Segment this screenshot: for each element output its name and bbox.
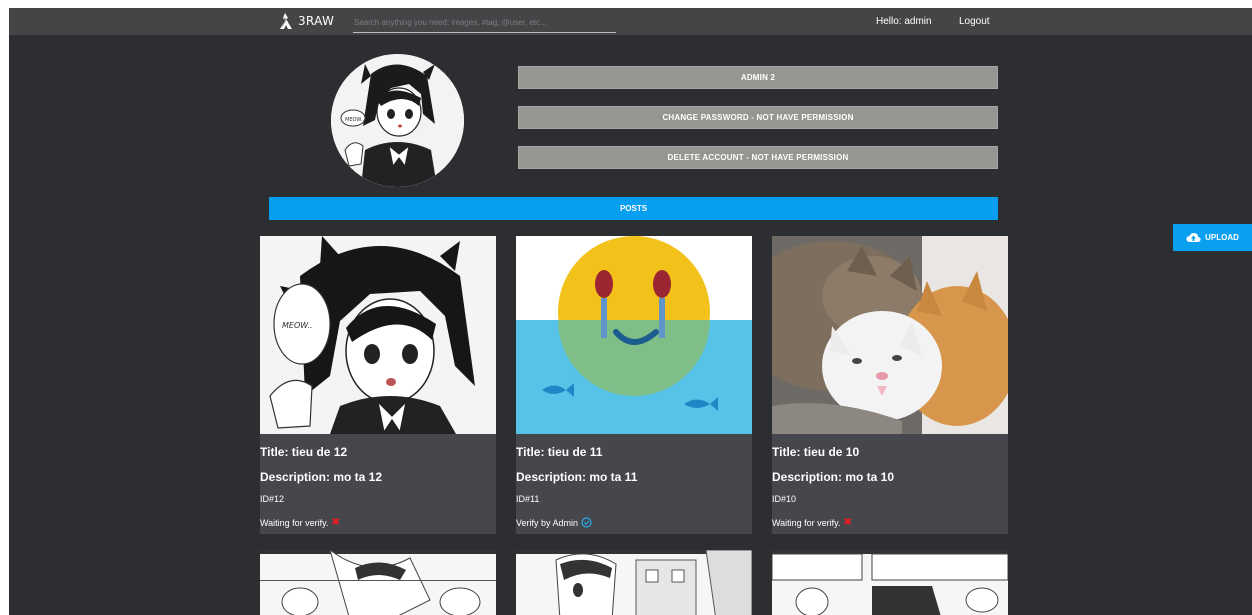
post-thumbnail[interactable] xyxy=(260,550,496,615)
search-input[interactable] xyxy=(353,13,616,33)
top-navbar: 3RAW Hello: admin Logout xyxy=(9,8,1252,35)
post-status: Waiting for verify. ✖ xyxy=(772,517,852,528)
brand-logo[interactable]: 3RAW xyxy=(279,12,334,30)
post-status-text: Waiting for verify. xyxy=(772,517,841,528)
post-card-partial[interactable] xyxy=(516,550,752,615)
upload-label: UPLOAD xyxy=(1205,233,1239,242)
post-card[interactable]: MEOW.. Title: tieu de 12 Description: mo… xyxy=(260,236,496,534)
post-title: Title: tieu de 12 xyxy=(260,445,348,459)
cloud-upload-icon xyxy=(1186,232,1201,242)
post-thumbnail[interactable] xyxy=(772,236,1008,434)
profile-avatar: MEOW.. xyxy=(331,54,464,187)
post-thumbnail[interactable] xyxy=(516,550,752,615)
brand-name: 3RAW xyxy=(298,14,335,28)
post-thumbnail[interactable] xyxy=(772,550,1008,615)
post-status: Waiting for verify. ✖ xyxy=(260,517,340,528)
logout-link[interactable]: Logout xyxy=(959,16,990,27)
post-card[interactable]: Title: tieu de 10 Description: mo ta 10 … xyxy=(772,236,1008,534)
post-description: Description: mo ta 12 xyxy=(260,470,383,484)
post-title: Title: tieu de 11 xyxy=(516,445,603,459)
post-id: ID#12 xyxy=(260,494,285,504)
post-card-partial[interactable] xyxy=(260,550,496,615)
avatar-illustration: MEOW.. xyxy=(331,54,464,187)
post-title: Title: tieu de 10 xyxy=(772,445,860,459)
upload-button[interactable]: UPLOAD xyxy=(1173,224,1252,251)
x-mark-icon: ✖ xyxy=(331,517,340,528)
post-card-partial[interactable] xyxy=(772,550,1008,615)
post-status: Verify by Admin xyxy=(516,517,592,528)
user-greeting: Hello: admin xyxy=(876,16,932,27)
post-status-text: Waiting for verify. xyxy=(260,517,329,528)
change-password-button[interactable]: CHANGE PASSWORD - NOT HAVE PERMISSION xyxy=(518,106,998,129)
app-root: 3RAW Hello: admin Logout MEOW.. ADMIN 2 … xyxy=(9,8,1252,615)
avatar-speech-text: MEOW.. xyxy=(345,117,364,123)
x-mark-icon: ✖ xyxy=(843,517,852,528)
post-description: Description: mo ta 11 xyxy=(516,470,638,484)
post-thumbnail[interactable] xyxy=(516,236,752,434)
card-speech-text: MEOW.. xyxy=(282,321,313,330)
username-button[interactable]: ADMIN 2 xyxy=(518,66,998,89)
post-description: Description: mo ta 10 xyxy=(772,470,895,484)
post-thumbnail[interactable]: MEOW.. xyxy=(260,236,496,434)
delete-account-button[interactable]: DELETE ACCOUNT - NOT HAVE PERMISSION xyxy=(518,146,998,169)
posts-tab[interactable]: POSTS xyxy=(269,197,998,220)
post-id: ID#10 xyxy=(772,494,797,504)
post-card[interactable]: Title: tieu de 11 Description: mo ta 11 … xyxy=(516,236,752,534)
raw-logo-icon xyxy=(280,13,292,29)
check-circle-icon xyxy=(581,517,592,528)
post-id: ID#11 xyxy=(516,494,540,504)
post-status-text: Verify by Admin xyxy=(516,517,579,528)
